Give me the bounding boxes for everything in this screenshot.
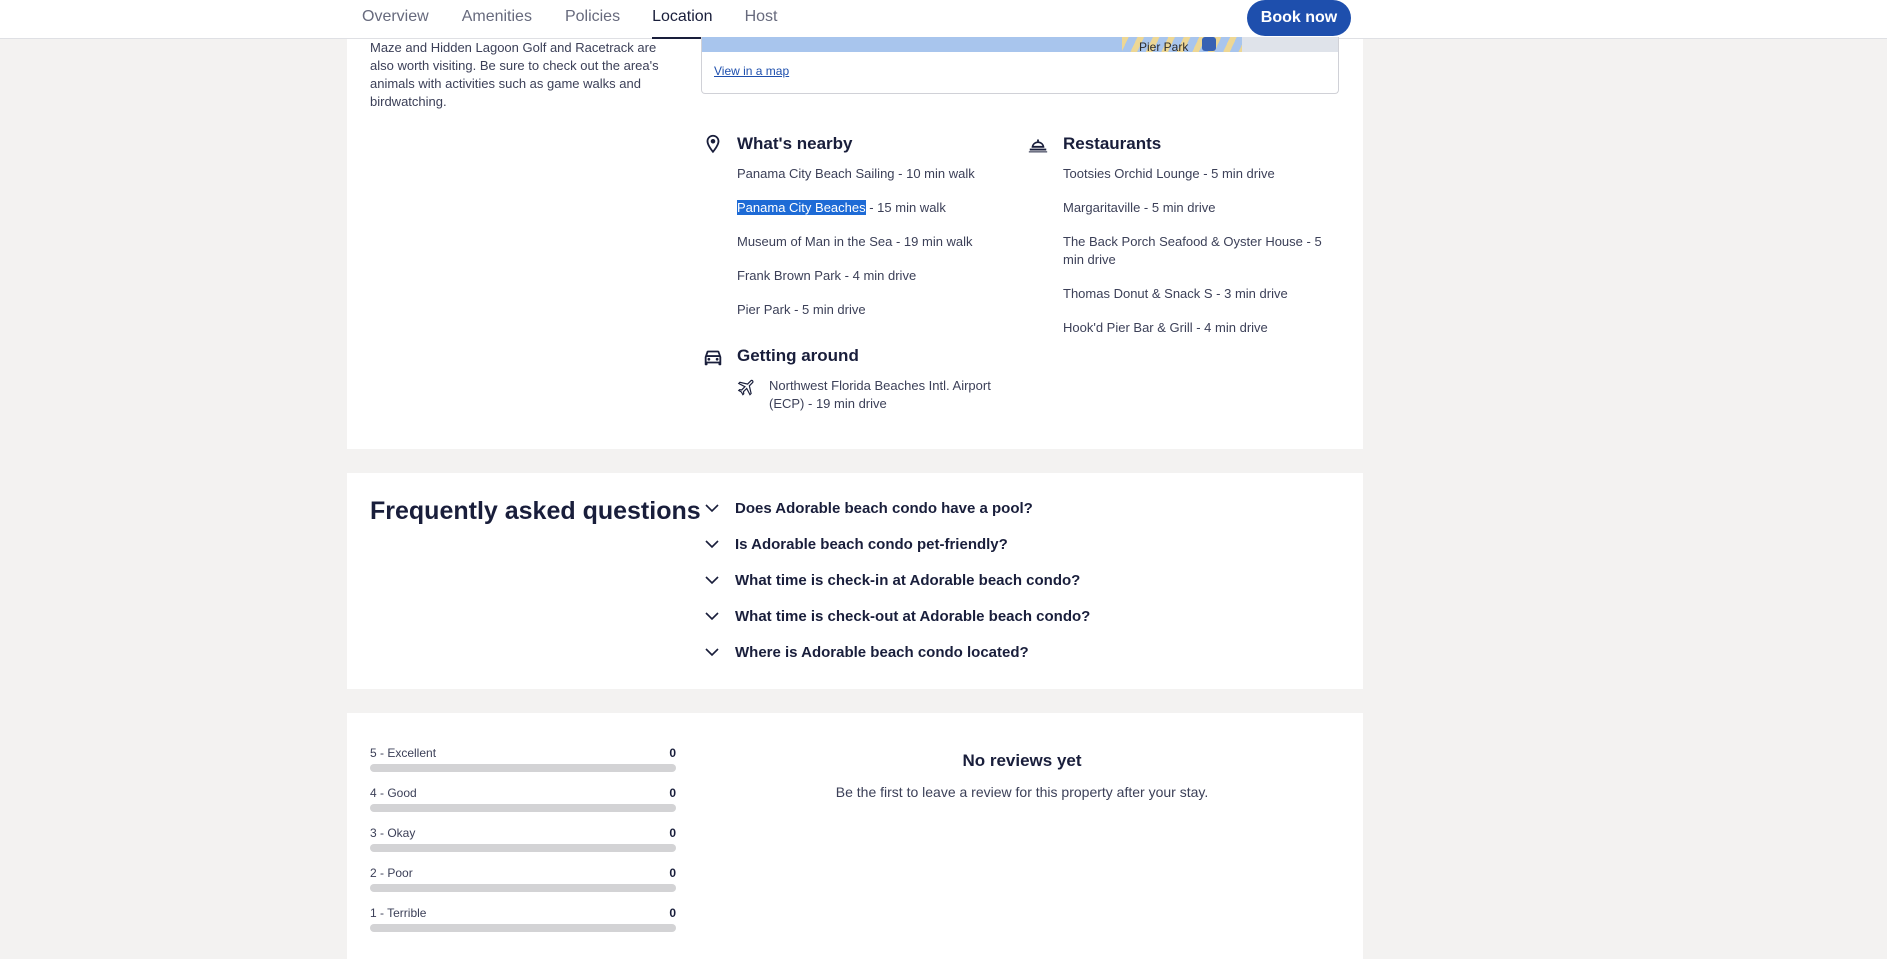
sticky-nav: Overview Amenities Policies Location Hos… (0, 0, 1887, 39)
map-label: Pier Park (1139, 40, 1189, 54)
nearby-item: Museum of Man in the Sea - 19 min walk (737, 234, 973, 249)
airport-item: Northwest Florida Beaches Intl. Airport(… (769, 378, 991, 411)
restaurant-item: The Back Porch Seafood & Oyster House - … (1063, 234, 1322, 267)
rating-row: 3 - Okay 0 (370, 826, 676, 852)
tab-overview[interactable]: Overview (362, 0, 429, 39)
rating-label: 2 - Poor (370, 866, 413, 880)
map-marker-icon[interactable] (1202, 37, 1216, 51)
section-tabs: Overview Amenities Policies Location Hos… (362, 0, 777, 39)
faq-question[interactable]: Where is Adorable beach condo located? (703, 643, 1029, 661)
rating-label: 4 - Good (370, 786, 417, 800)
faq-question[interactable]: What time is check-out at Adorable beach… (703, 607, 1090, 625)
rating-bar (370, 844, 676, 852)
map-image[interactable]: Pier Park (702, 37, 1338, 54)
restaurants-heading: Restaurants (1063, 134, 1162, 153)
rating-count: 0 (669, 906, 676, 920)
dining-icon (1028, 139, 1048, 153)
rating-label: 5 - Excellent (370, 746, 437, 760)
faq-question[interactable]: What time is check-in at Adorable beach … (703, 571, 1080, 589)
rating-row: 5 - Excellent 0 (370, 746, 676, 772)
nearby-item: Pier Park - 5 min drive (737, 302, 866, 317)
tab-host[interactable]: Host (745, 0, 778, 39)
getting-around-heading: Getting around (737, 346, 859, 365)
selected-text: Panama City Beaches (737, 200, 866, 215)
rating-bar (370, 924, 676, 932)
rating-count: 0 (669, 746, 676, 760)
faq-question[interactable]: Does Adorable beach condo have a pool? (703, 499, 1033, 517)
rating-count: 0 (669, 866, 676, 880)
chevron-down-icon (705, 540, 719, 549)
nearby-item: Panama City Beaches - 15 min walk (737, 200, 946, 215)
chevron-down-icon (705, 612, 719, 621)
faq-section: Frequently asked questions Does Adorable… (347, 473, 1363, 689)
map-preview[interactable]: Pier Park View in a map (701, 37, 1339, 94)
restaurant-item: Margaritaville - 5 min drive (1063, 200, 1216, 215)
airplane-icon (737, 379, 754, 396)
map-pin-icon (706, 134, 720, 154)
location-section: Maze and Hidden Lagoon Golf and Racetrac… (347, 37, 1363, 449)
tab-policies[interactable]: Policies (565, 0, 620, 39)
restaurant-item: Tootsies Orchid Lounge - 5 min drive (1063, 166, 1275, 181)
car-icon (704, 350, 722, 366)
rating-bar (370, 764, 676, 772)
faq-heading: Frequently asked questions (370, 497, 701, 525)
no-reviews-title: No reviews yet (962, 751, 1082, 770)
reviews-section: 5 - Excellent 0 4 - Good 0 3 - Okay 0 2 … (347, 713, 1363, 959)
restaurant-item: Hook'd Pier Bar & Grill - 4 min drive (1063, 320, 1268, 335)
rating-row: 4 - Good 0 (370, 786, 676, 812)
rating-count: 0 (669, 826, 676, 840)
rating-label: 1 - Terrible (370, 906, 427, 920)
rating-count: 0 (669, 786, 676, 800)
book-now-button[interactable]: Book now (1247, 0, 1351, 36)
faq-question[interactable]: Is Adorable beach condo pet-friendly? (703, 535, 1008, 553)
view-in-map-link[interactable]: View in a map (714, 64, 789, 78)
whats-nearby-heading: What's nearby (737, 134, 853, 153)
nearby-item: Panama City Beach Sailing - 10 min walk (737, 166, 975, 181)
restaurant-item: Thomas Donut & Snack S - 3 min drive (1063, 286, 1288, 301)
tab-location[interactable]: Location (652, 0, 713, 39)
rating-bar (370, 804, 676, 812)
nearby-item: Frank Brown Park - 4 min drive (737, 268, 917, 283)
rating-bar (370, 884, 676, 892)
location-description: Maze and Hidden Lagoon Golf and Racetrac… (370, 40, 659, 109)
rating-row: 2 - Poor 0 (370, 866, 676, 892)
rating-label: 3 - Okay (370, 826, 416, 840)
tab-amenities[interactable]: Amenities (462, 0, 532, 39)
no-reviews-subtitle: Be the first to leave a review for this … (835, 784, 1209, 800)
chevron-down-icon (705, 576, 719, 585)
rating-row: 1 - Terrible 0 (370, 906, 676, 932)
chevron-down-icon (705, 504, 719, 513)
chevron-down-icon (705, 648, 719, 657)
